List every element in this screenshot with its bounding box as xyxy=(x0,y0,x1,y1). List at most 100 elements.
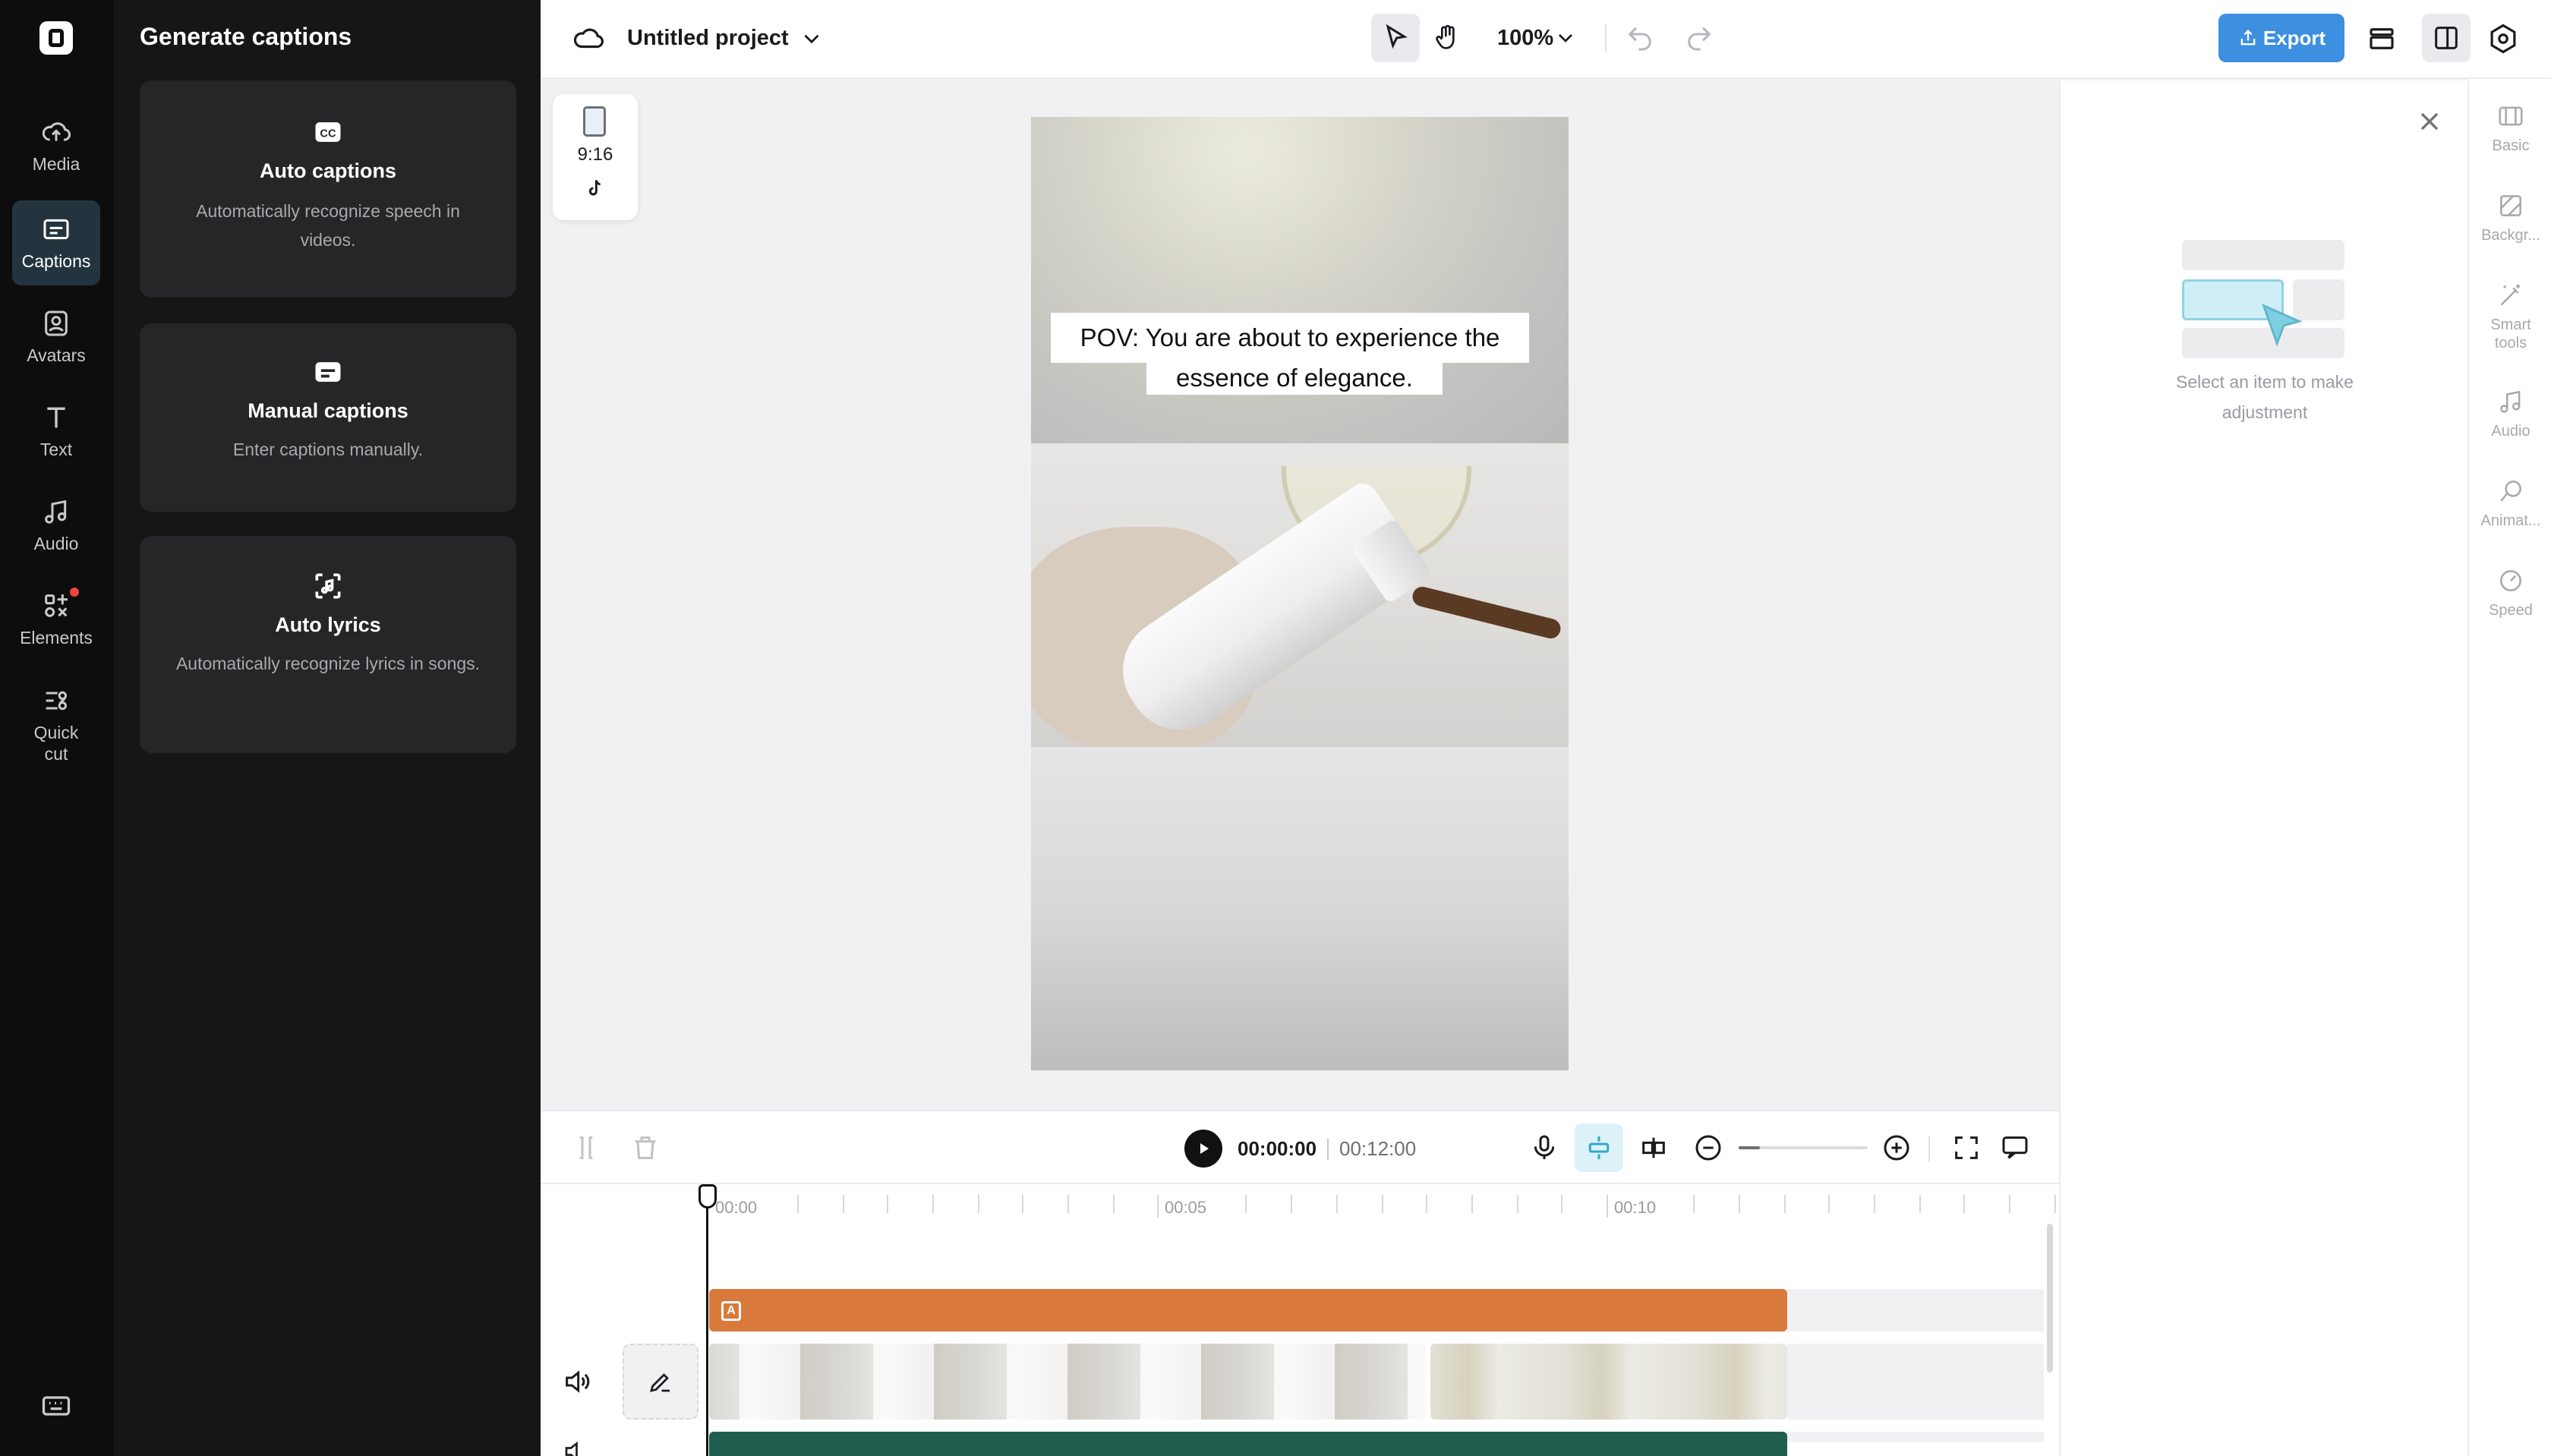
chevron-down-icon[interactable] xyxy=(799,26,825,52)
rail-label: Audio xyxy=(33,534,79,553)
ruler-tick xyxy=(1382,1195,1383,1213)
ruler-tick-major xyxy=(1607,1195,1608,1218)
cloud-sync-icon[interactable] xyxy=(572,23,604,55)
aspect-ratio-card[interactable]: 9:16 xyxy=(553,94,638,220)
animation-icon xyxy=(2500,481,2521,502)
rail-item-audio[interactable]: Audio xyxy=(12,483,100,568)
manual-captions-card[interactable]: Manual captions Enter captions manually. xyxy=(140,323,516,512)
rail-item-elements[interactable]: Elements xyxy=(12,577,100,662)
timeline-zoom-fill xyxy=(1739,1146,1760,1149)
card-description: Automatically recognize lyrics in songs. xyxy=(175,654,481,673)
panel-title: Generate captions xyxy=(140,23,352,50)
ruler-tick xyxy=(1067,1195,1069,1213)
ruler-tick xyxy=(1693,1195,1695,1213)
caption-box-line1[interactable]: POV: You are about to experience the xyxy=(1051,313,1529,363)
ruler-tick xyxy=(887,1195,888,1213)
tab-smart-tools[interactable]: Smart tools xyxy=(2469,281,2551,352)
rail-item-avatars[interactable]: Avatars xyxy=(12,295,100,380)
microphone-icon[interactable] xyxy=(1529,1133,1559,1163)
music-note-icon xyxy=(45,500,67,524)
timeline-toolbar: 00:00:00 00:12:00 xyxy=(541,1110,2059,1183)
tab-background[interactable]: Backgr... xyxy=(2469,191,2551,244)
split-clip-icon[interactable] xyxy=(1638,1133,1669,1163)
tab-audio[interactable]: Audio xyxy=(2469,387,2551,440)
captions-icon xyxy=(43,219,69,240)
rail-item-media[interactable]: Media xyxy=(12,103,100,188)
playhead-handle[interactable] xyxy=(698,1184,717,1209)
caption-track-clip[interactable]: A xyxy=(709,1289,1787,1332)
ruler-tick xyxy=(1828,1195,1830,1213)
export-icon xyxy=(2240,30,2256,46)
layers-icon[interactable] xyxy=(2366,23,2398,55)
ruler-tick xyxy=(797,1195,799,1213)
ruler-tick xyxy=(1336,1195,1338,1213)
quick-cut-icon xyxy=(46,691,68,711)
auto-snap-button[interactable] xyxy=(1575,1124,1623,1172)
rail-item-captions[interactable]: Captions xyxy=(12,200,100,285)
timeline-scrollbar[interactable] xyxy=(2047,1224,2053,1372)
total-time: 00:12:00 xyxy=(1339,1137,1417,1160)
tab-animation[interactable]: Animat... xyxy=(2469,477,2551,530)
ruler-tick xyxy=(1874,1195,1875,1213)
subtitle-icon xyxy=(315,362,341,382)
export-button[interactable]: Export xyxy=(2218,14,2344,62)
app-logo[interactable] xyxy=(39,21,73,55)
track-mute-button[interactable] xyxy=(562,1366,592,1397)
zoom-chevron-down-icon[interactable] xyxy=(1553,26,1578,50)
ruler-tick xyxy=(1426,1195,1427,1213)
snap-icon xyxy=(1588,1136,1610,1159)
rail-label: Captions xyxy=(21,251,91,271)
audio-track-clip[interactable] xyxy=(709,1432,1787,1456)
fullscreen-icon[interactable] xyxy=(1951,1133,1982,1163)
tab-label: Animat... xyxy=(2480,512,2541,529)
ruler-tick xyxy=(932,1195,934,1213)
ruler-tick xyxy=(1471,1195,1473,1213)
ruler-tick xyxy=(1022,1195,1023,1213)
pencil-icon xyxy=(650,1373,670,1392)
card-title: Manual captions xyxy=(248,399,408,422)
ruler-tick xyxy=(2054,1195,2056,1213)
rail-label: Avatars xyxy=(27,345,86,365)
rail-item-quick-cut[interactable]: Quick cut xyxy=(12,676,100,774)
settings-icon[interactable] xyxy=(2487,23,2519,55)
top-bar: Untitled project 100% Export xyxy=(541,0,2551,79)
tab-label: Basic xyxy=(2492,137,2530,154)
zoom-out-icon[interactable] xyxy=(1693,1133,1723,1163)
zoom-in-icon[interactable] xyxy=(1881,1133,1912,1163)
caption-box-line2[interactable]: essence of elegance. xyxy=(1146,361,1443,395)
comment-icon[interactable] xyxy=(2000,1133,2030,1163)
cover-edit-button[interactable] xyxy=(623,1344,698,1420)
elements-icon xyxy=(45,594,68,617)
ruler-tick xyxy=(1919,1195,1921,1213)
close-icon[interactable] xyxy=(2414,106,2445,137)
video-clip-1[interactable] xyxy=(709,1344,1426,1420)
card-description: Automatically recognize speech in videos… xyxy=(196,201,460,250)
ruler-tick-major xyxy=(1157,1195,1159,1218)
select-tool-button[interactable] xyxy=(1371,14,1420,62)
audio-track-speaker-icon[interactable] xyxy=(562,1438,589,1456)
undo-icon[interactable] xyxy=(1625,23,1655,53)
tab-basic[interactable]: Basic xyxy=(2469,102,2551,155)
timeline-zoom-slider[interactable] xyxy=(1739,1146,1868,1149)
video-preview[interactable]: POV: You are about to experience the ess… xyxy=(1031,117,1569,1070)
delete-icon[interactable] xyxy=(630,1133,661,1163)
keyboard-shortcuts-button[interactable] xyxy=(39,1389,73,1423)
ruler-tick xyxy=(1784,1195,1786,1213)
tab-speed[interactable]: Speed xyxy=(2469,566,2551,619)
zoom-level[interactable]: 100% xyxy=(1497,26,1553,51)
tab-label: Backgr... xyxy=(2481,227,2540,244)
ruler-label: 00:10 xyxy=(1614,1198,1657,1217)
auto-lyrics-card[interactable]: Auto lyrics Automatically recognize lyri… xyxy=(140,536,516,753)
play-button[interactable] xyxy=(1184,1130,1222,1168)
toolbar-divider xyxy=(1928,1136,1930,1161)
video-clip-2[interactable] xyxy=(1430,1344,1787,1420)
speaker-icon xyxy=(566,1370,590,1393)
project-name[interactable]: Untitled project xyxy=(627,26,789,51)
redo-icon[interactable] xyxy=(1684,23,1714,53)
layout-toggle-button[interactable] xyxy=(2422,14,2471,62)
rail-item-text[interactable]: Text xyxy=(12,389,100,474)
auto-captions-card[interactable]: CC Auto captions Automatically recognize… xyxy=(140,80,516,298)
split-icon[interactable] xyxy=(571,1133,601,1163)
hand-tool-button[interactable] xyxy=(1423,14,1471,62)
toolbar-divider xyxy=(1605,24,1607,52)
